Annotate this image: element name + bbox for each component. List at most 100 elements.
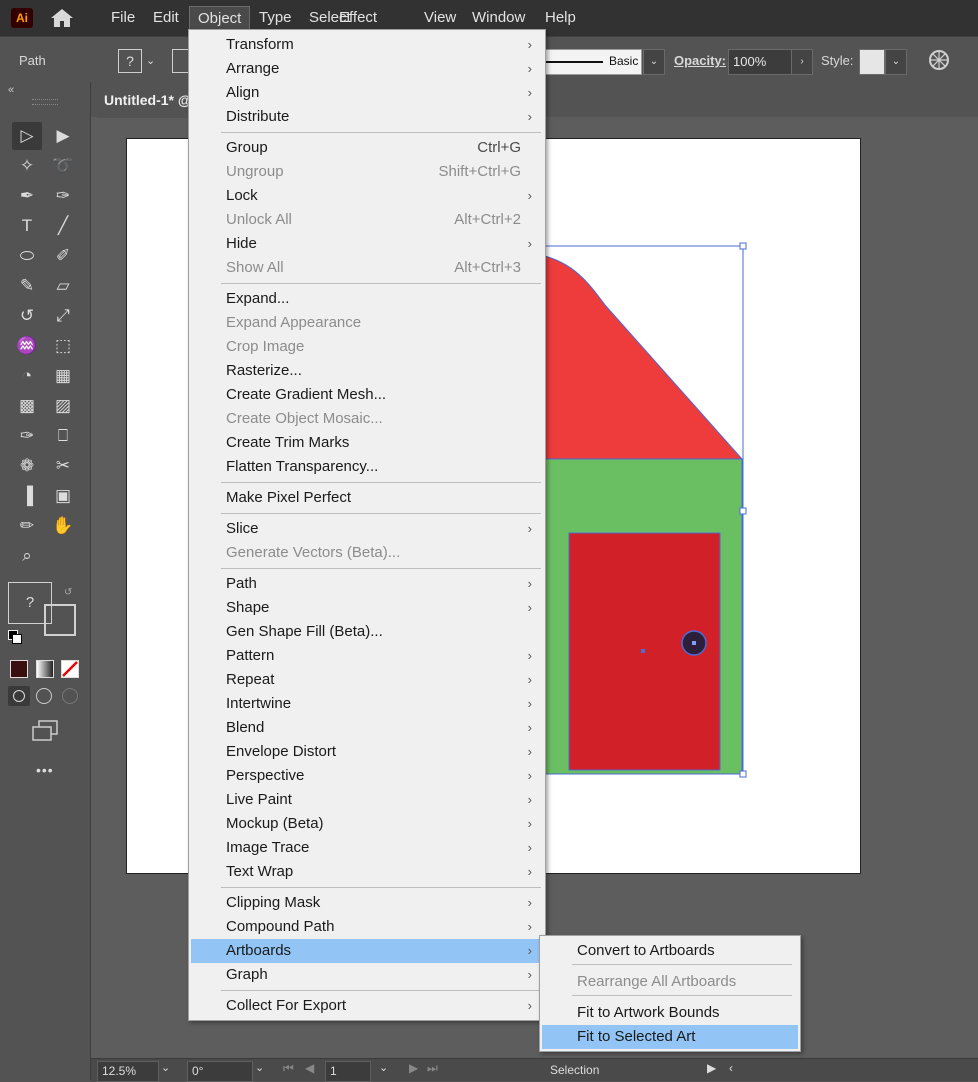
menu-item-text-wrap[interactable]: Text Wrap › <box>191 860 543 884</box>
perspective-grid-icon[interactable]: ▦ <box>48 362 78 390</box>
menu-item-envelope-distort[interactable]: Envelope Distort › <box>191 740 543 764</box>
menu-item-slice[interactable]: Slice › <box>191 517 543 541</box>
menu-item-create-trim-marks[interactable]: Create Trim Marks <box>191 431 543 455</box>
menu-item-intertwine[interactable]: Intertwine › <box>191 692 543 716</box>
opacity-label[interactable]: Opacity: <box>674 53 726 68</box>
magic-wand-icon[interactable]: ✧ <box>12 152 42 180</box>
gradient-tool-icon[interactable]: ▨ <box>48 392 78 420</box>
paintbrush-icon[interactable]: ✐ <box>48 242 78 270</box>
ellipse-tool-icon[interactable]: ⬭ <box>12 242 42 270</box>
recolor-artwork-icon[interactable] <box>928 49 950 71</box>
opacity-input[interactable]: 100% <box>728 49 794 75</box>
menu-item-perspective[interactable]: Perspective › <box>191 764 543 788</box>
mesh-tool-icon[interactable]: ▩ <box>12 392 42 420</box>
rotate-tool-icon[interactable]: ↺ <box>12 302 42 330</box>
graphic-style-swatch[interactable] <box>859 49 885 75</box>
artboard-number-field[interactable]: 1 <box>325 1061 371 1082</box>
lasso-icon[interactable]: ➰ <box>48 152 78 180</box>
menu-type[interactable]: Type <box>251 6 300 30</box>
shape-builder-icon[interactable]: ◔ <box>12 362 42 390</box>
submenu-item-fit-to-artwork-bounds[interactable]: Fit to Artwork Bounds <box>542 1001 798 1025</box>
first-artboard-icon[interactable]: ⏮ <box>283 1061 294 1076</box>
stroke-color-box[interactable] <box>44 604 76 636</box>
menu-view[interactable]: View <box>416 6 464 30</box>
home-icon[interactable] <box>50 8 74 28</box>
menu-item-expand[interactable]: Expand... <box>191 287 543 311</box>
menu-item-arrange[interactable]: Arrange › <box>191 57 543 81</box>
menu-item-create-gradient-mesh[interactable]: Create Gradient Mesh... <box>191 383 543 407</box>
free-transform-icon[interactable]: ⬚ <box>48 332 78 360</box>
menu-effect[interactable]: Effect <box>331 6 385 30</box>
menu-item-lock[interactable]: Lock › <box>191 184 543 208</box>
pen-tool-icon[interactable]: ✒ <box>12 182 42 210</box>
line-tool-icon[interactable]: ╱ <box>48 212 78 240</box>
menu-item-graph[interactable]: Graph › <box>191 963 543 987</box>
menu-item-gen-shape-fill[interactable]: Gen Shape Fill (Beta)... <box>191 620 543 644</box>
menu-edit[interactable]: Edit <box>145 6 187 30</box>
zoom-tool-icon[interactable]: ⌕ <box>12 542 42 570</box>
submenu-item-convert-to-artboards[interactable]: Convert to Artboards <box>542 939 798 963</box>
direct-selection-tool-icon[interactable]: ▶ <box>48 122 78 150</box>
change-screen-mode-icon[interactable] <box>31 720 59 742</box>
draw-normal-icon[interactable] <box>8 686 30 706</box>
shaper-tool-icon[interactable]: ✎ <box>12 272 42 300</box>
menu-item-collect-for-export[interactable]: Collect For Export › <box>191 994 543 1018</box>
menu-item-mockup[interactable]: Mockup (Beta) › <box>191 812 543 836</box>
zoom-dropdown-chevron-icon[interactable]: ⌄ <box>161 1061 170 1074</box>
scroll-left-icon[interactable]: ‹ <box>729 1061 733 1075</box>
menu-item-group[interactable]: Group Ctrl+G <box>191 136 543 160</box>
menu-item-compound-path[interactable]: Compound Path › <box>191 915 543 939</box>
menu-window[interactable]: Window <box>464 6 533 30</box>
type-tool-icon[interactable]: T <box>12 212 42 240</box>
last-artboard-icon[interactable]: ⏭ <box>427 1061 438 1076</box>
menu-item-clipping-mask[interactable]: Clipping Mask › <box>191 891 543 915</box>
menu-item-path[interactable]: Path › <box>191 572 543 596</box>
graph-tool-icon[interactable]: ▐ <box>12 482 42 510</box>
next-artboard-icon[interactable]: ▶ <box>409 1061 418 1075</box>
menu-item-transform[interactable]: Transform › <box>191 33 543 57</box>
draw-inside-icon[interactable] <box>62 688 78 704</box>
menu-item-rasterize[interactable]: Rasterize... <box>191 359 543 383</box>
status-menu-arrow-icon[interactable]: ▶ <box>707 1061 716 1075</box>
menu-file[interactable]: File <box>103 6 143 30</box>
curvature-tool-icon[interactable]: ✑ <box>48 182 78 210</box>
rotation-field[interactable]: 0° <box>187 1061 253 1082</box>
panel-grip[interactable] <box>32 99 58 105</box>
selection-tool-icon[interactable]: ▷ <box>12 122 42 150</box>
artboard-dropdown-chevron-icon[interactable]: ⌄ <box>379 1061 388 1074</box>
brush-dropdown-chevron-icon[interactable]: ⌄ <box>643 49 665 75</box>
menu-item-blend[interactable]: Blend › <box>191 716 543 740</box>
edit-toolbar-icon[interactable]: ••• <box>36 762 54 778</box>
swap-fill-stroke-icon[interactable]: ↺ <box>64 587 72 598</box>
brush-definition-field[interactable]: Basic <box>544 49 642 75</box>
gradient-mode-icon[interactable] <box>36 660 54 678</box>
eyedropper-icon[interactable]: ✑ <box>12 422 42 450</box>
menu-item-shape[interactable]: Shape › <box>191 596 543 620</box>
menu-item-make-pixel-perfect[interactable]: Make Pixel Perfect <box>191 486 543 510</box>
menu-item-hide[interactable]: Hide › <box>191 232 543 256</box>
none-mode-icon[interactable] <box>61 660 79 678</box>
default-fill-stroke-icon[interactable] <box>8 630 22 644</box>
rotation-dropdown-chevron-icon[interactable]: ⌄ <box>255 1061 264 1074</box>
artboard-tool-icon[interactable]: ▣ <box>48 482 78 510</box>
measure-icon[interactable]: ⎕ <box>48 422 78 450</box>
menu-item-align[interactable]: Align › <box>191 81 543 105</box>
scale-tool-icon[interactable]: ⤢ <box>48 302 78 330</box>
menu-item-repeat[interactable]: Repeat › <box>191 668 543 692</box>
menu-item-image-trace[interactable]: Image Trace › <box>191 836 543 860</box>
hand-tool-icon[interactable]: ✋ <box>48 512 78 540</box>
style-dropdown-chevron-icon[interactable]: ⌄ <box>885 49 907 75</box>
menu-item-live-paint[interactable]: Live Paint › <box>191 788 543 812</box>
menu-item-flatten-transparency[interactable]: Flatten Transparency... <box>191 455 543 479</box>
submenu-item-fit-to-selected-art[interactable]: Fit to Selected Art <box>542 1025 798 1049</box>
menu-item-pattern[interactable]: Pattern › <box>191 644 543 668</box>
slice-icon[interactable]: ✂ <box>48 452 78 480</box>
color-mode-icon[interactable] <box>10 660 28 678</box>
opacity-arrow-icon[interactable]: › <box>791 49 813 75</box>
warp-tool-icon[interactable]: ♒ <box>12 332 42 360</box>
collapse-panel-icon[interactable]: « <box>8 84 14 96</box>
fill-swatch[interactable]: ? <box>118 49 142 73</box>
zoom-field[interactable]: 12.5% <box>97 1061 159 1082</box>
fill-dropdown-chevron-icon[interactable]: ⌄ <box>146 49 155 73</box>
menu-item-artboards[interactable]: Artboards › <box>191 939 543 963</box>
